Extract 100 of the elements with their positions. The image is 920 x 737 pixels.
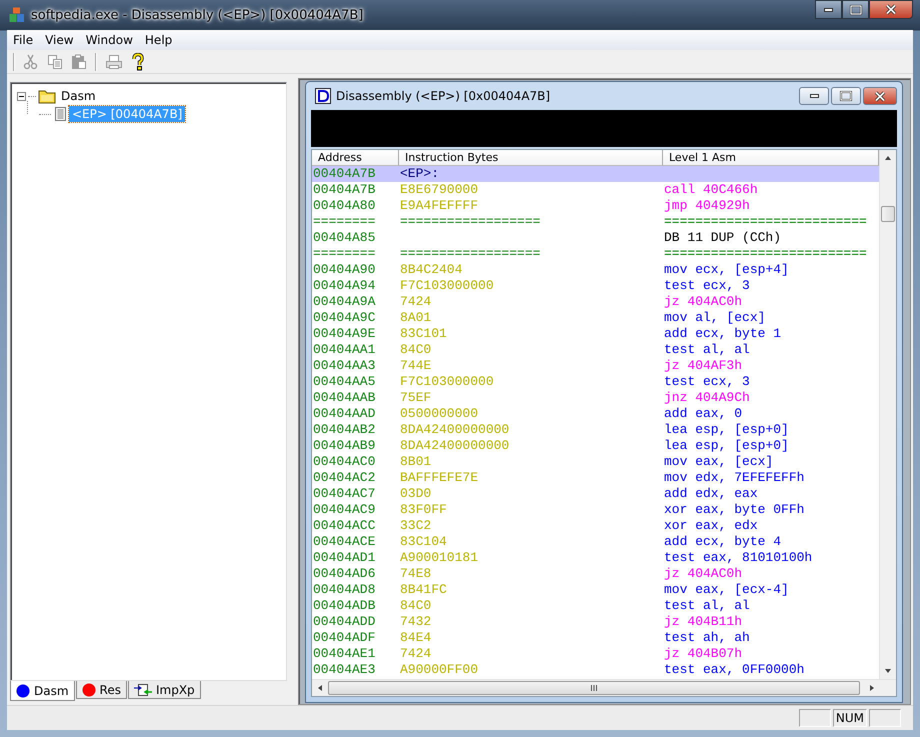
bytes-cell: F7C103000000	[400, 374, 494, 389]
minimize-icon	[824, 8, 833, 12]
code-row[interactable]: 00404AC7 03D0 add edx, eax	[312, 486, 879, 502]
address-cell-text: 00404A94	[312, 278, 376, 294]
column-header[interactable]: Level 1 Asm	[663, 150, 879, 166]
code-row[interactable]: 00404ADD 7432 jz 404B11h	[312, 614, 879, 630]
menu-item[interactable]: Window	[80, 33, 139, 47]
code-row[interactable]: 00404AD1 A900010181 test eax, 81010100h	[312, 550, 879, 566]
status-pane	[869, 709, 901, 727]
menu-item[interactable]: View	[39, 33, 80, 47]
close-button[interactable]	[863, 87, 897, 105]
panel-tab[interactable]: Dasm	[10, 681, 75, 701]
code-row[interactable]: 00404AA1 84C0 test al, al	[312, 342, 879, 358]
code-row[interactable]: 00404ACC 33C2 xor eax, edx	[312, 518, 879, 534]
code-row[interactable]: 00404A90 8B4C2404 mov ecx, [esp+4]	[312, 262, 879, 278]
address-cell-text: 00404AC2	[312, 470, 376, 486]
bytes-cell: 744E	[400, 358, 432, 373]
address-cell-text: 00404AC9	[312, 502, 376, 518]
maximize-icon	[850, 4, 862, 14]
menu-item[interactable]: File	[7, 33, 40, 47]
address-cell-text: 00404ADF	[312, 630, 376, 646]
maximize-button[interactable]	[831, 87, 861, 105]
code-row[interactable]: 00404A9C 8A01 mov al, [ecx]	[312, 310, 879, 326]
code-row[interactable]: 00404ACE 83C104 add ecx, byte 4	[312, 534, 879, 550]
help-button[interactable]	[131, 52, 145, 70]
asm-cell: test ah, ah	[664, 630, 750, 646]
horizontal-scrollbar[interactable]	[312, 679, 896, 696]
panel-tab[interactable]: ImpXp	[128, 681, 201, 699]
asm-cell: mov ecx, [esp+4]	[664, 262, 789, 278]
code-row[interactable]: 00404ADB 84C0 test al, al	[312, 598, 879, 614]
bytes-cell: 8B01	[400, 454, 432, 469]
code-row[interactable]: 00404AE1 7424 jz 404B07h	[312, 646, 879, 662]
bytes-cell: E8E6790000	[400, 182, 478, 197]
bytes-cell: 7424	[400, 646, 432, 661]
code-row[interactable]: 00404AC9 83F0FF xor eax, byte 0FFh	[312, 502, 879, 518]
status-pane	[798, 709, 831, 727]
address-cell-text: 00404AA1	[312, 342, 376, 358]
asm-cell: add eax, 0	[664, 406, 742, 422]
code-row[interactable]: 00404A7B <EP>:	[312, 166, 879, 182]
code-row[interactable]: 00404AD8 8B41FC mov eax, [ecx-4]	[312, 582, 879, 598]
code-row[interactable]: 00404ADF 84E4 test ah, ah	[312, 630, 879, 646]
bytes-cell: 83F0FF	[400, 502, 447, 517]
code-row[interactable]: 00404AAD 0500000000 add eax, 0	[312, 406, 879, 422]
address-cell-text: 00404AD6	[312, 566, 376, 582]
document-icon	[53, 106, 67, 122]
code-row[interactable]: 00404AAB 75EF jnz 404A9Ch	[312, 390, 879, 406]
address-cell-text: 00404ADB	[312, 598, 376, 614]
bytes-cell: 33C2	[400, 518, 432, 533]
address-cell-text: 00404AD8	[312, 582, 376, 598]
code-row[interactable]: 00404A9A 7424 jz 404AC0h	[312, 294, 879, 310]
import-export-icon	[134, 682, 152, 696]
asm-cell: add ecx, byte 4	[664, 534, 782, 550]
code-row[interactable]: 00404A94 F7C103000000 test ecx, 3	[312, 278, 879, 294]
address-cell-text: 00404A85	[312, 230, 376, 246]
asm-cell: jmp 404929h	[664, 198, 750, 214]
asm-cell: add edx, eax	[664, 486, 758, 502]
code-row[interactable]: 00404AC0 8B01 mov eax, [ecx]	[312, 454, 879, 470]
column-header[interactable]: Instruction Bytes	[399, 150, 663, 166]
bytes-cell: 8B4C2404	[400, 262, 462, 277]
asm-cell: ==========================	[664, 246, 867, 262]
tree-item[interactable]: Dasm	[58, 88, 99, 104]
scroll-thumb[interactable]	[328, 681, 860, 695]
address-cell-text: 00404ACC	[312, 518, 376, 534]
code-row[interactable]: ======== ================== ==========================	[312, 214, 879, 230]
panel-tab[interactable]: Res	[76, 681, 127, 699]
code-row[interactable]: 00404AA3 744E jz 404AF3h	[312, 358, 879, 374]
menu-item[interactable]: Help	[138, 33, 178, 47]
address-cell-text: 00404AA3	[312, 358, 376, 374]
code-row[interactable]: 00404AE3 A90000FF00 test eax, 0FF0000h	[312, 662, 879, 678]
maximize-button[interactable]	[842, 0, 869, 19]
code-row[interactable]: 00404AA5 F7C103000000 test ecx, 3	[312, 374, 879, 390]
close-icon	[885, 4, 897, 15]
minimize-button[interactable]	[799, 87, 829, 105]
code-row[interactable]: 00404A7B E8E6790000 call 40C466h	[312, 182, 879, 198]
code-row[interactable]: ======== ================== ==========================	[312, 246, 879, 262]
code-row[interactable]: 00404AB2 8DA42400000000 lea esp, [esp+0]	[312, 422, 879, 438]
asm-cell: jnz 404A9Ch	[664, 390, 750, 406]
close-button[interactable]	[869, 0, 913, 19]
bytes-cell: A90000FF00	[400, 662, 478, 677]
scroll-thumb[interactable]	[881, 206, 895, 222]
code-row[interactable]: 00404A80 E9A4FEFFFF jmp 404929h	[312, 198, 879, 214]
code-row[interactable]: 00404A9E 83C101 add ecx, byte 1	[312, 326, 879, 342]
scissors-icon	[23, 54, 39, 70]
code-row[interactable]: 00404A85 DB 11 DUP (CCh)	[312, 230, 879, 246]
code-row[interactable]: 00404AB9 8DA42400000000 lea esp, [esp+0]	[312, 438, 879, 454]
asm-cell: mov eax, [ecx-4]	[664, 582, 789, 598]
bytes-cell: ==================	[400, 246, 540, 261]
address-cell-text: 00404AE3	[312, 662, 376, 678]
minimize-button[interactable]	[815, 0, 842, 19]
asm-cell: mov eax, [ecx]	[664, 454, 774, 470]
label-cell: <EP>:	[400, 166, 440, 181]
vertical-scrollbar[interactable]	[879, 150, 896, 679]
app-icon	[9, 7, 25, 23]
asm-cell: jz 404B11h	[664, 614, 742, 630]
code-row[interactable]: 00404AC2 BAFFFEFE7E mov edx, 7EFEFEFFh	[312, 470, 879, 486]
collapse-toggle[interactable]	[17, 92, 26, 100]
column-header[interactable]: Address	[312, 150, 399, 166]
code-row[interactable]: 00404AD6 74E8 jz 404AC0h	[312, 566, 879, 582]
asm-cell: lea esp, [esp+0]	[664, 422, 789, 438]
bytes-cell: 83C101	[400, 326, 447, 341]
